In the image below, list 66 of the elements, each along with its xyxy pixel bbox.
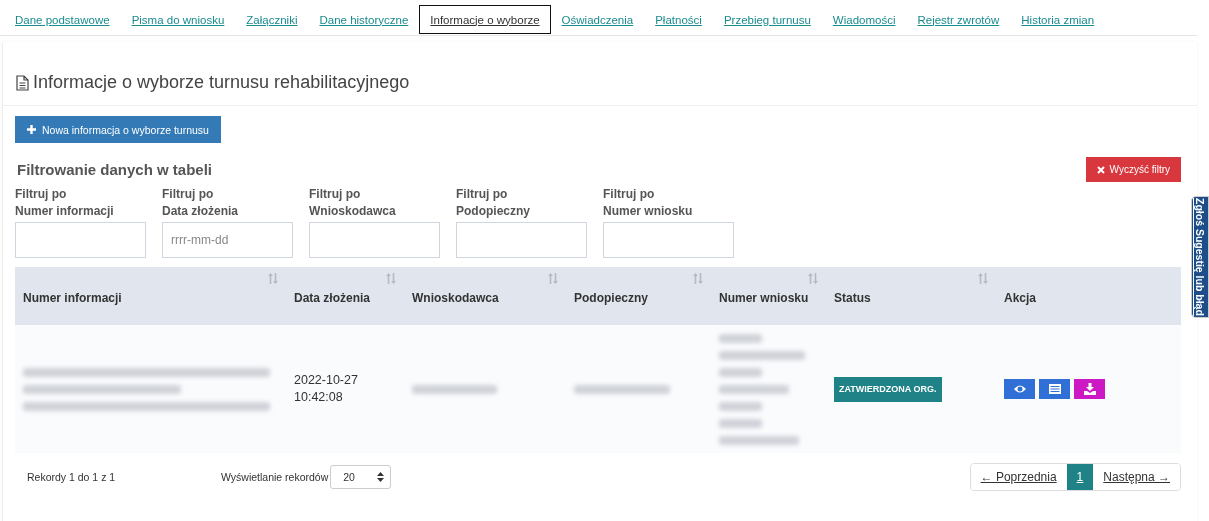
sort-icon[interactable] xyxy=(548,273,558,284)
filter-input[interactable] xyxy=(456,222,587,258)
column-header[interactable]: Status xyxy=(826,267,996,325)
nav-tab[interactable]: Pisma do wniosku xyxy=(120,4,236,34)
page-size-label: Wyświetlanie rekordów xyxy=(221,471,329,483)
sort-icon[interactable] xyxy=(978,273,988,284)
close-icon xyxy=(1096,165,1105,174)
filter-label: Podopieczny xyxy=(456,203,531,220)
filter-label: Filtruj po xyxy=(603,186,656,203)
table-cell-text: 2022-10-27 xyxy=(294,372,359,389)
nav-tab[interactable]: Oświadczenia xyxy=(550,4,645,34)
filter-label: Wnioskodawca xyxy=(309,203,397,220)
download-button[interactable] xyxy=(1074,379,1105,399)
sort-icon[interactable] xyxy=(268,273,278,284)
filter-heading: Filtrowanie danych w tabeli xyxy=(17,161,213,178)
redacted-text xyxy=(719,384,789,394)
view-button[interactable] xyxy=(1004,379,1035,399)
filter-label: Filtruj po xyxy=(309,186,362,203)
sort-icon[interactable] xyxy=(693,273,703,284)
redacted-text xyxy=(719,418,762,428)
sort-icon[interactable] xyxy=(386,273,396,284)
column-header[interactable]: Podopieczny xyxy=(566,267,711,325)
column-header[interactable]: Numer wniosku xyxy=(711,267,826,325)
filter-label: Filtruj po xyxy=(162,186,215,203)
pagination-link[interactable]: 1 xyxy=(1066,464,1094,490)
nav-tab[interactable]: Załączniki xyxy=(235,4,309,34)
records-info: Rekordy 1 do 1 z 1 xyxy=(27,471,117,483)
filter-input[interactable]: rrrr-mm-dd xyxy=(162,222,293,258)
redacted-text xyxy=(719,367,762,377)
filter-label: Data złożenia xyxy=(162,203,240,220)
nav-tab[interactable]: Dane podstawowe xyxy=(4,4,121,34)
filter-label: Filtruj po xyxy=(15,186,68,203)
plus-icon xyxy=(27,125,36,134)
sort-caret-icon xyxy=(377,472,385,482)
filter-label: Filtruj po xyxy=(456,186,509,203)
nav-tab[interactable]: Wiadomości xyxy=(821,4,907,34)
list-icon xyxy=(1047,383,1062,395)
column-header[interactable]: Wnioskodawca xyxy=(404,267,566,325)
status-badge: ZATWIERDZONA ORG. xyxy=(834,376,942,402)
sort-icon[interactable] xyxy=(808,273,818,284)
filter-input[interactable] xyxy=(309,222,440,258)
nav-tab[interactable]: Rejestr zwrotów xyxy=(906,4,1011,34)
nav-tab[interactable]: Dane historyczne xyxy=(308,4,420,34)
column-header: Akcja xyxy=(996,267,1181,325)
filter-input[interactable] xyxy=(15,222,146,258)
table-cell-text: 10:42:08 xyxy=(294,389,344,406)
new-info-button[interactable]: Nowa informacja o wyborze turnusu xyxy=(15,116,221,143)
nav-tab[interactable]: Informacje o wyborze xyxy=(419,4,551,34)
filter-input[interactable] xyxy=(603,222,734,258)
nav-tab[interactable]: Historia zmian xyxy=(1010,4,1106,34)
filter-label: Numer wniosku xyxy=(603,203,694,220)
nav-tab[interactable]: Przebieg turnusu xyxy=(712,4,822,34)
column-header[interactable]: Data złożenia xyxy=(286,267,404,325)
column-header[interactable]: Numer informacji xyxy=(15,267,286,325)
nav-tab[interactable]: Płatności xyxy=(644,4,713,34)
details-button[interactable] xyxy=(1039,379,1070,399)
eye-icon xyxy=(1012,383,1027,395)
page-size-select[interactable]: 20 xyxy=(330,465,392,489)
download-icon xyxy=(1082,383,1097,395)
redacted-text xyxy=(719,333,762,343)
feedback-tab[interactable]: Zgłoś Sugestię lub błąd xyxy=(1191,196,1209,318)
filter-label: Numer informacji xyxy=(15,203,115,220)
redacted-text xyxy=(719,401,762,411)
document-icon xyxy=(15,74,30,91)
page-title: Informacje o wyborze turnusu rehabilitacyjnego xyxy=(33,72,410,93)
clear-filters-button[interactable]: Wyczyść filtry xyxy=(1085,157,1181,182)
